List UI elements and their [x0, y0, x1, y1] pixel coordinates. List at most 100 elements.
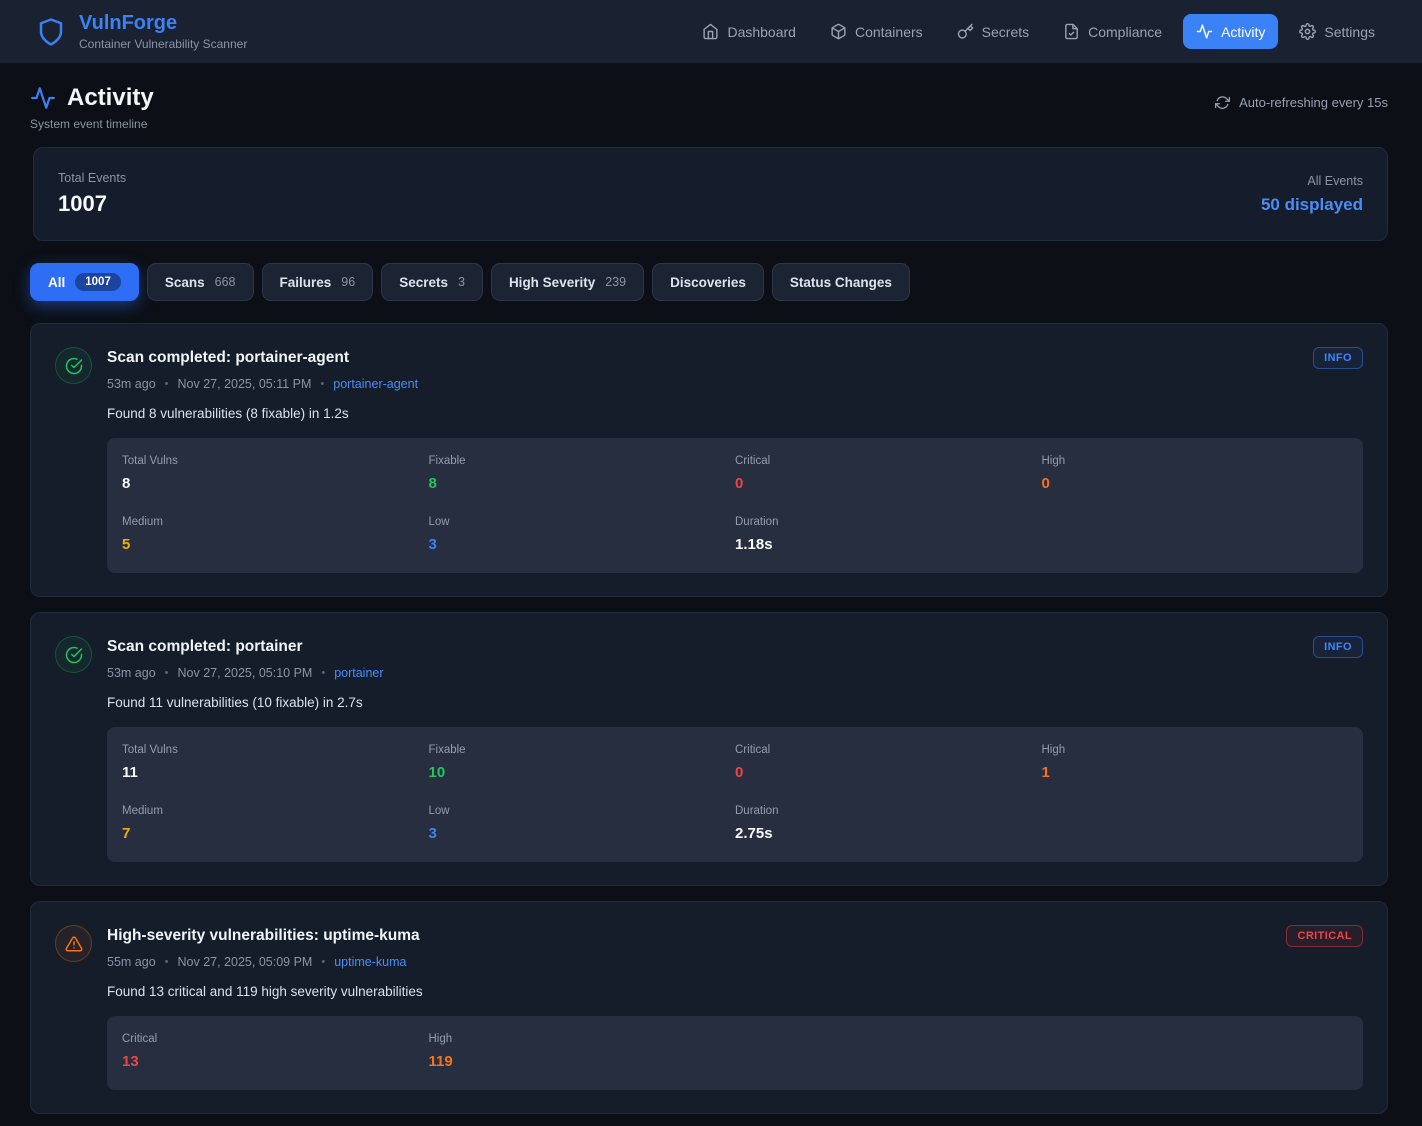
stat-value: 7	[122, 825, 429, 842]
filter-tab-failures[interactable]: Failures96	[262, 263, 374, 301]
stat-label: Medium	[122, 516, 429, 528]
filter-tab-status-changes[interactable]: Status Changes	[772, 263, 910, 301]
nav-item-dashboard[interactable]: Dashboard	[689, 14, 809, 49]
stat-label: Medium	[122, 805, 429, 817]
stat-cell: High 119	[429, 1033, 736, 1070]
app-title: VulnForge	[79, 12, 247, 34]
summary-card: Total Events 1007 All Events 50 displaye…	[33, 147, 1388, 241]
stat-label: High	[1042, 455, 1349, 467]
nav-item-containers[interactable]: Containers	[817, 14, 936, 49]
stat-cell: Total Vulns11	[122, 744, 429, 781]
page-title: Activity	[67, 84, 154, 112]
stat-label: Critical	[735, 744, 1042, 756]
stat-cell: Duration 1.18s	[735, 516, 1042, 553]
filter-label: Discoveries	[670, 275, 746, 290]
filter-count-badge: 668	[215, 275, 236, 289]
stat-cell: Critical 13	[122, 1033, 429, 1070]
filter-tab-secrets[interactable]: Secrets3	[381, 263, 483, 301]
stat-value: 2.75s	[735, 825, 1042, 842]
event-description: Found 13 critical and 119 high severity …	[107, 984, 1363, 999]
stat-cell: Fixable 8	[429, 455, 736, 492]
filter-label: Scans	[165, 275, 205, 290]
event-description: Found 8 vulnerabilities (8 fixable) in 1…	[107, 406, 1363, 421]
file-check-icon	[1063, 23, 1080, 40]
stat-value: 3	[429, 825, 736, 842]
event-level-badge: INFO	[1313, 347, 1363, 369]
check-circle-icon	[55, 636, 92, 673]
stat-value: 3	[429, 536, 736, 553]
event-timestamp: Nov 27, 2025, 05:11 PM	[178, 377, 312, 391]
filter-tab-all[interactable]: All 1007	[30, 263, 139, 301]
key-icon	[957, 23, 974, 40]
stat-value: 11	[122, 764, 429, 781]
event-card: Scan completed: portainer-agentINFO53m a…	[30, 323, 1388, 597]
stat-label: High	[429, 1033, 736, 1045]
check-circle-icon	[55, 347, 92, 384]
stat-value: 0	[735, 764, 1042, 781]
stat-label: Low	[429, 805, 736, 817]
refresh-note-text: Auto-refreshing every 15s	[1239, 95, 1388, 110]
stat-label: Fixable	[429, 455, 736, 467]
event-description: Found 11 vulnerabilities (10 fixable) in…	[107, 695, 1363, 710]
filter-label: All	[48, 275, 65, 290]
nav-item-activity[interactable]: Activity	[1183, 14, 1278, 49]
meta-separator: •	[165, 667, 169, 679]
stat-cell: High 1	[1042, 744, 1349, 781]
filter-tab-scans[interactable]: Scans 668	[147, 263, 254, 301]
stat-label: Critical	[735, 455, 1042, 467]
nav-item-label: Activity	[1221, 24, 1265, 40]
stat-cell: Medium 5	[122, 516, 429, 553]
meta-separator: •	[165, 956, 169, 968]
event-timestamp: Nov 27, 2025, 05:10 PM	[178, 666, 313, 680]
alert-triangle-icon	[55, 925, 92, 962]
app-header: VulnForge Container Vulnerability Scanne…	[0, 0, 1422, 64]
meta-separator: •	[165, 378, 169, 390]
all-events-label: All Events	[1261, 174, 1363, 188]
stat-cell: Critical 0	[735, 455, 1042, 492]
shield-logo-icon	[36, 17, 66, 47]
event-meta: 53m ago•Nov 27, 2025, 05:10 PM•portainer	[107, 666, 1363, 680]
nav-item-compliance[interactable]: Compliance	[1050, 14, 1175, 49]
displayed-count: 50 displayed	[1261, 195, 1363, 215]
event-stats-grid: Critical 13High 119	[107, 1016, 1363, 1090]
stat-cell: Low 3	[429, 805, 736, 842]
stat-label: High	[1042, 744, 1349, 756]
filter-count-badge: 1007	[75, 273, 121, 291]
stat-label: Duration	[735, 516, 1042, 528]
page-subtitle: System event timeline	[30, 117, 154, 131]
filter-label: Status Changes	[790, 275, 892, 290]
stat-value: 0	[735, 475, 1042, 492]
stat-value: 1	[1042, 764, 1349, 781]
container-link[interactable]: portainer	[334, 666, 383, 680]
nav-item-settings[interactable]: Settings	[1286, 14, 1388, 49]
stat-label: Duration	[735, 805, 1042, 817]
event-meta: 55m ago•Nov 27, 2025, 05:09 PM•uptime-ku…	[107, 955, 1363, 969]
gear-icon	[1299, 23, 1316, 40]
nav-item-label: Settings	[1324, 24, 1375, 40]
stat-label: Total Vulns	[122, 455, 429, 467]
stat-label: Critical	[122, 1033, 429, 1045]
stat-cell: Total Vulns8	[122, 455, 429, 492]
meta-separator: •	[321, 667, 325, 679]
stat-value: 119	[429, 1053, 736, 1070]
meta-separator: •	[321, 956, 325, 968]
stat-value: 13	[122, 1053, 429, 1070]
filter-label: High Severity	[509, 275, 595, 290]
container-link[interactable]: uptime-kuma	[334, 955, 406, 969]
events-list: Scan completed: portainer-agentINFO53m a…	[30, 323, 1388, 1126]
total-events-label: Total Events	[58, 171, 126, 185]
event-relative-time: 55m ago	[107, 955, 156, 969]
stat-cell: Critical 0	[735, 744, 1042, 781]
container-link[interactable]: portainer-agent	[333, 377, 418, 391]
filter-tab-high-severity[interactable]: High Severity239	[491, 263, 644, 301]
stat-value: 1.18s	[735, 536, 1042, 553]
stat-value: 8	[429, 475, 736, 492]
filter-tab-discoveries[interactable]: Discoveries	[652, 263, 764, 301]
nav-item-secrets[interactable]: Secrets	[944, 14, 1042, 49]
filter-tabs: All1007Scans668Failures96Secrets3High Se…	[30, 263, 1388, 301]
stat-value: 5	[122, 536, 429, 553]
auto-refresh-status: Auto-refreshing every 15s	[1215, 95, 1388, 110]
event-card: Scan completed: portainerINFO53m ago•Nov…	[30, 612, 1388, 886]
activity-icon	[1196, 23, 1213, 40]
event-title: Scan completed: portainer	[107, 636, 303, 656]
